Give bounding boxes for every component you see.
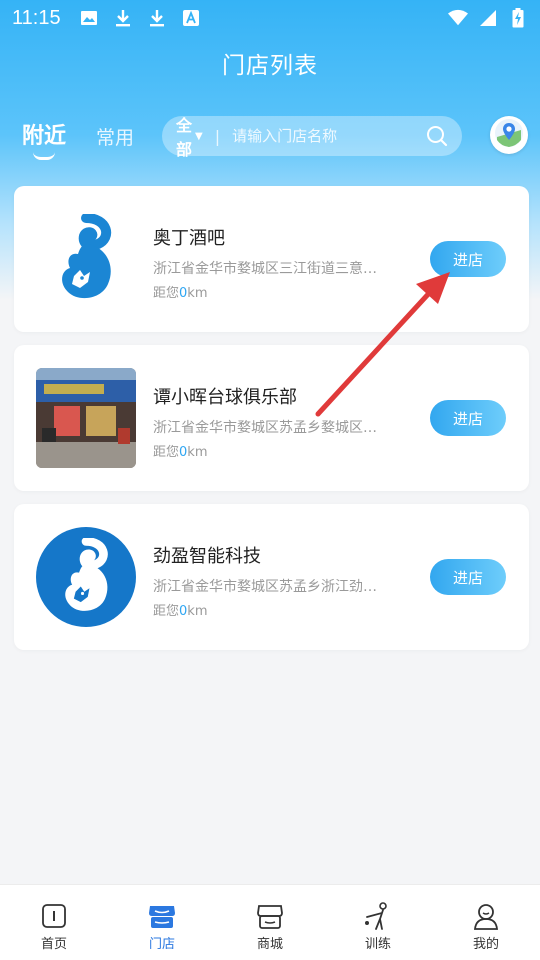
- status-bar: 11:15: [0, 0, 540, 36]
- caret-down-icon: ▼: [195, 130, 203, 142]
- store-card[interactable]: 谭小晖台球俱乐部 浙江省金华市婺城区苏孟乡婺城区… 距您0km 进店: [14, 345, 529, 491]
- home-icon: [39, 901, 69, 931]
- store-distance: 距您0km: [153, 441, 208, 460]
- enter-store-button[interactable]: 进店: [430, 400, 506, 436]
- enter-store-button[interactable]: 进店: [430, 559, 506, 595]
- map-button[interactable]: [490, 116, 528, 154]
- tab-frequent[interactable]: 常用: [96, 123, 134, 150]
- page-title: 门店列表: [222, 53, 318, 79]
- squirrel-logo: [36, 527, 136, 627]
- store-address: 浙江省金华市婺城区三江街道三意…: [153, 261, 377, 277]
- store-address: 浙江省金华市婺城区苏孟乡婺城区…: [153, 420, 377, 436]
- tab-nearby[interactable]: 附近: [22, 118, 67, 160]
- store-card[interactable]: 劲盈智能科技 浙江省金华市婺城区苏孟乡浙江劲… 距您0km 进店: [14, 504, 529, 650]
- nav-training[interactable]: 训练: [324, 885, 432, 960]
- nav-profile-label: 我的: [472, 937, 499, 952]
- nav-shop[interactable]: 商城: [216, 885, 324, 960]
- distance-unit: km: [187, 445, 208, 460]
- font-icon: [181, 8, 201, 28]
- profile-icon: [471, 901, 501, 931]
- nav-shop-label: 商城: [256, 937, 283, 952]
- tab-nearby-label: 附近: [22, 124, 67, 149]
- nav-home-label: 首页: [40, 937, 67, 952]
- store-name: 谭小晖台球俱乐部: [153, 387, 297, 408]
- search-input[interactable]: [232, 127, 427, 145]
- search-bar: 全部 ▼ |: [162, 116, 462, 159]
- image-icon: [79, 8, 99, 28]
- enter-store-button[interactable]: 进店: [430, 241, 506, 277]
- download-icon: [147, 8, 167, 28]
- store-address: 浙江省金华市婺城区苏孟乡浙江劲…: [153, 579, 377, 595]
- download-icon: [113, 8, 133, 28]
- store-icon: [147, 901, 177, 931]
- search-icon[interactable]: [426, 125, 448, 147]
- bottom-nav: 首页 门店 商城 训练 我的: [0, 884, 540, 960]
- distance-prefix: 距您: [153, 604, 180, 619]
- store-card[interactable]: 奥丁酒吧 浙江省金华市婺城区三江街道三意… 距您0km 进店: [14, 186, 529, 332]
- nav-training-label: 训练: [364, 937, 391, 952]
- training-icon: [363, 901, 393, 931]
- nav-store[interactable]: 门店: [108, 885, 216, 960]
- search-divider: |: [214, 126, 221, 146]
- scope-dropdown[interactable]: 全部 ▼: [176, 112, 203, 160]
- squirrel-logo: [36, 209, 136, 309]
- status-time: 11:15: [12, 6, 61, 29]
- store-name: 奥丁酒吧: [153, 228, 225, 249]
- wifi-icon: [448, 8, 468, 28]
- store-name: 劲盈智能科技: [153, 546, 261, 567]
- nav-profile[interactable]: 我的: [432, 885, 540, 960]
- tab-frequent-label: 常用: [96, 127, 135, 149]
- shop-icon: [255, 901, 285, 931]
- map-pin-icon: [494, 118, 524, 152]
- scope-label: 全部: [176, 116, 193, 159]
- nav-home[interactable]: 首页: [0, 885, 108, 960]
- store-distance: 距您0km: [153, 600, 208, 619]
- distance-unit: km: [187, 286, 208, 301]
- distance-unit: km: [187, 604, 208, 619]
- battery-charging-icon: [508, 8, 528, 28]
- distance-prefix: 距您: [153, 445, 180, 460]
- signal-icon: [478, 8, 498, 28]
- store-distance: 距您0km: [153, 282, 208, 301]
- tab-bar: 附近 常用: [22, 118, 134, 160]
- nav-store-label: 门店: [148, 937, 175, 952]
- storefront-photo: [36, 368, 136, 468]
- distance-prefix: 距您: [153, 286, 180, 301]
